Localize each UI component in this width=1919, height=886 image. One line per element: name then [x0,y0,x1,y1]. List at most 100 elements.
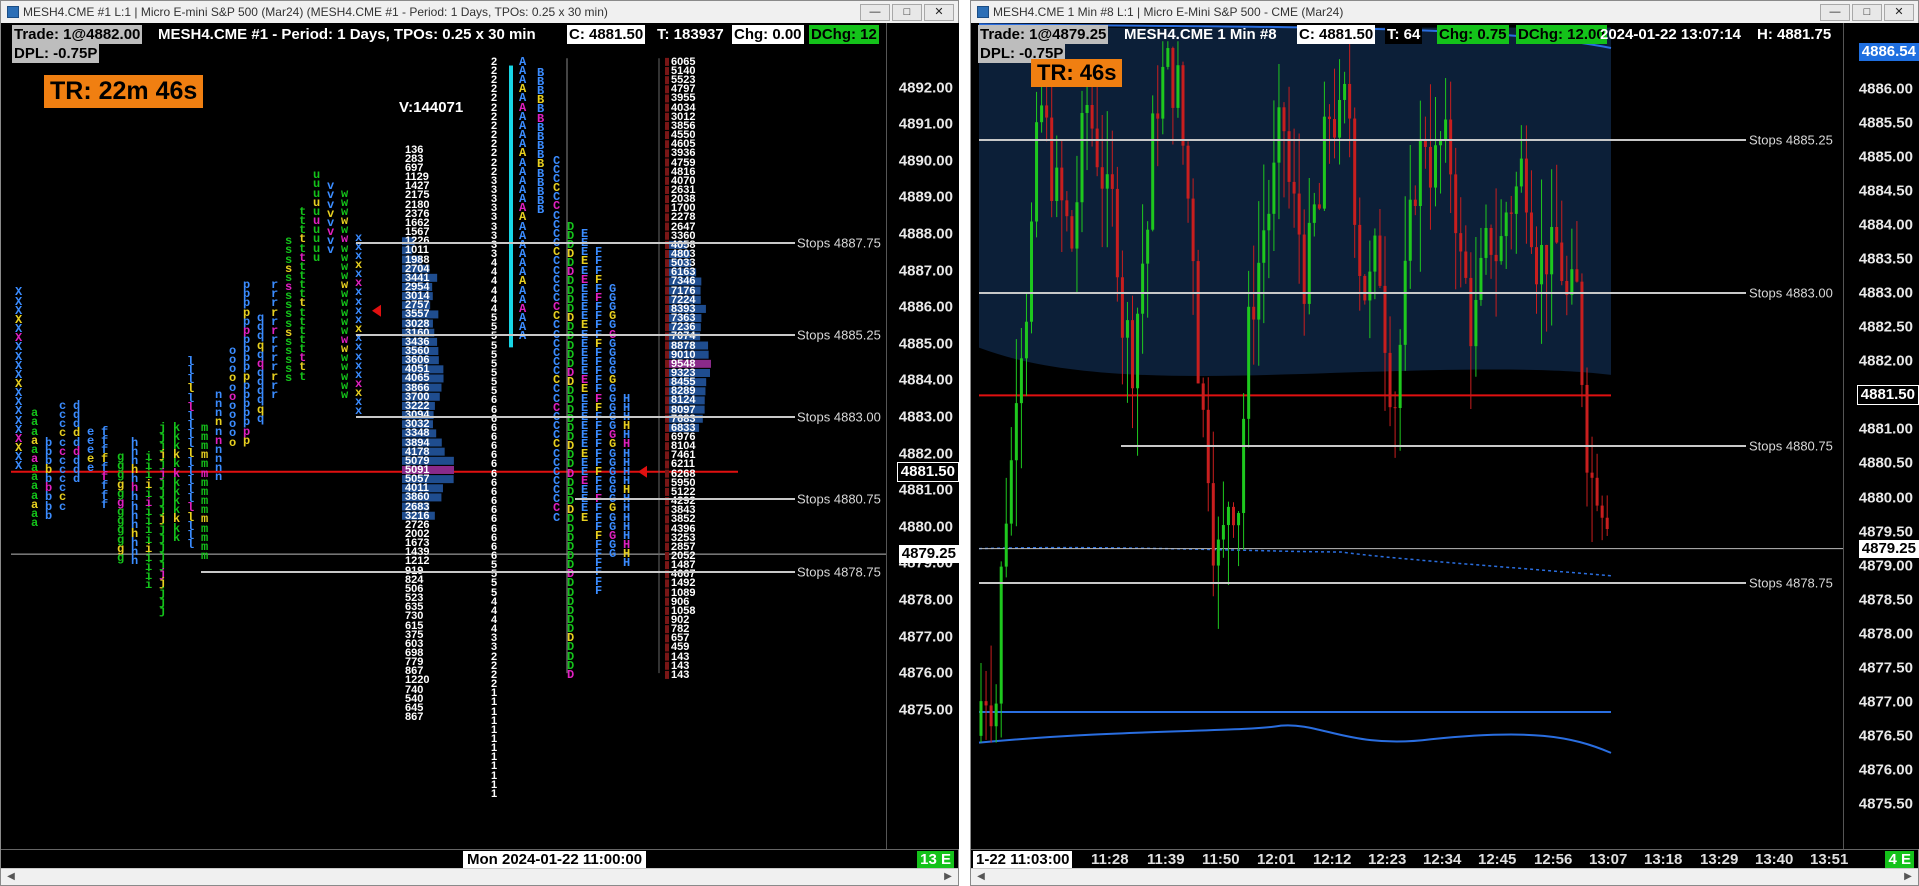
tpo-letter: q [257,411,265,426]
candle-body [1065,200,1069,217]
price-tick: 4883.00 [898,408,953,426]
candle-body [1242,418,1246,514]
candle-body [1489,227,1493,255]
minimize-icon[interactable]: — [860,3,890,21]
volume-stub [665,158,669,167]
scroll-left-icon[interactable]: ◀ [973,869,989,885]
close-icon[interactable]: ✕ [1884,3,1914,21]
stops-line [979,138,1746,141]
maximize-icon[interactable]: □ [1852,3,1882,21]
horizontal-scrollbar[interactable]: ◀ ▶ [971,868,1918,885]
tpo-letter: g [117,550,125,565]
volume-stub [665,579,669,588]
stops-line [979,581,1746,584]
stops-label: Stops 4883.00 [797,409,881,425]
volume-stub [665,259,669,268]
price-tick: 4883.00 [1858,284,1913,302]
price-tick: 4875.50 [1858,795,1913,813]
time-label: 13:29 [1700,851,1739,868]
volume-stub [665,323,669,332]
candle-body [1226,506,1230,526]
price-axis[interactable]: 4892.00 4891.00 4890.00 4889.00 4888.00 4887.… [886,23,959,849]
volume-stub [665,222,669,231]
maximize-icon[interactable]: □ [892,3,922,21]
volume-stub [665,533,669,542]
scroll-right-icon[interactable]: ▶ [1900,869,1916,885]
stops-label: Stops 4878.75 [797,564,881,580]
price-axis[interactable]: 4886.00 4885.50 4885.00 4884.50 4884.00 4883.… [1843,23,1919,849]
candle-body [1216,539,1220,566]
candle-body [1388,352,1392,408]
time-axis[interactable]: Mon 2024-01-22 11:00:00 13 E [1,849,958,870]
volume-stub [665,213,669,222]
volume-stub [665,341,669,350]
volume-stub [665,131,669,140]
tpo-plot-area[interactable]: Trade: 1@4882.00 MESH4.CME #1 - Period: … [1,23,886,849]
candle-body [1348,83,1352,119]
scroll-right-icon[interactable]: ▶ [940,869,956,885]
candle-body [1469,277,1473,347]
price-tick: 4885.50 [1858,114,1913,132]
candle-body [1196,261,1200,384]
minimize-icon[interactable]: — [1820,3,1850,21]
price-tick: 4887.00 [898,262,953,279]
candle-plot-area[interactable]: Trade: 1@4879.25 MESH4.CME 1 Min #8 C: 4… [971,23,1843,849]
candle-body [1484,227,1488,258]
volume-stub [665,542,669,551]
candle-body [1247,306,1251,419]
price-tick: 4879.50 [1858,523,1913,541]
volume-stub [665,405,669,414]
candle-chart-window[interactable]: MESH4.CME 1 Min #8 L:1 | Micro E-Mini S&… [970,0,1919,886]
candle-body [1080,112,1084,203]
candle-body [1201,383,1205,410]
tpo-letter: G [609,547,617,562]
stops-line [979,292,1746,295]
candle-body [1590,472,1594,478]
volume-stub [665,185,669,194]
price-tick: 4890.00 [898,152,953,170]
candle-body [1050,117,1054,202]
volume-stub [665,670,669,679]
volume-stub [665,442,669,451]
candle-body [1030,221,1033,322]
candle-body [1529,212,1533,248]
volume-stub [665,149,669,158]
trade-info: Trade: 1@4879.25 [978,25,1109,44]
volume-stub [665,469,669,478]
time-remaining: TR: 46s [1031,59,1123,87]
total-trades: T: 64 [1385,25,1423,44]
volume-stub [665,634,669,643]
candle-body [1282,107,1286,132]
candle-body [1383,285,1387,353]
time-label: 1-22 11:03:00 [973,851,1073,868]
stops-line [575,498,795,501]
scroll-left-icon[interactable]: ◀ [3,869,19,885]
candle-body [1075,202,1079,249]
candle-body [1024,321,1028,359]
candle-body [1095,128,1099,168]
volume-stub [665,616,669,625]
candle-body [1252,306,1256,320]
candle-body [1237,513,1241,526]
close-icon[interactable]: ✕ [924,3,954,21]
candle-body [1232,506,1235,526]
price-tick: 4878.00 [898,591,953,609]
candle-body [1272,162,1276,214]
candle-body [1125,320,1129,338]
window-titlebar[interactable]: MESH4.CME #1 L:1 | Micro E-mini S&P 500 … [1,1,958,24]
stops-label: Stops 4880.75 [1749,438,1833,454]
price-tick: 4884.00 [898,371,953,389]
time-axis[interactable]: 4 E 1-22 11:03:00 11:28 11:39 11:50 12:01 12:… [971,849,1918,870]
candle-graphics [978,23,1843,754]
candle-body [1449,119,1453,175]
volume-stub [665,314,669,323]
candle-body [1085,105,1089,113]
price-tick: 4881.00 [898,481,953,499]
window-titlebar[interactable]: MESH4.CME 1 Min #8 L:1 | Micro E-Mini S&… [971,1,1918,24]
volume-stub [665,140,669,149]
candle-body [1090,105,1094,129]
tpo-chart-window[interactable]: MESH4.CME #1 L:1 | Micro E-mini S&P 500 … [0,0,959,886]
lower-band-curve [978,724,1612,754]
volume-stub [665,286,669,295]
horizontal-scrollbar[interactable]: ◀ ▶ [1,868,958,885]
